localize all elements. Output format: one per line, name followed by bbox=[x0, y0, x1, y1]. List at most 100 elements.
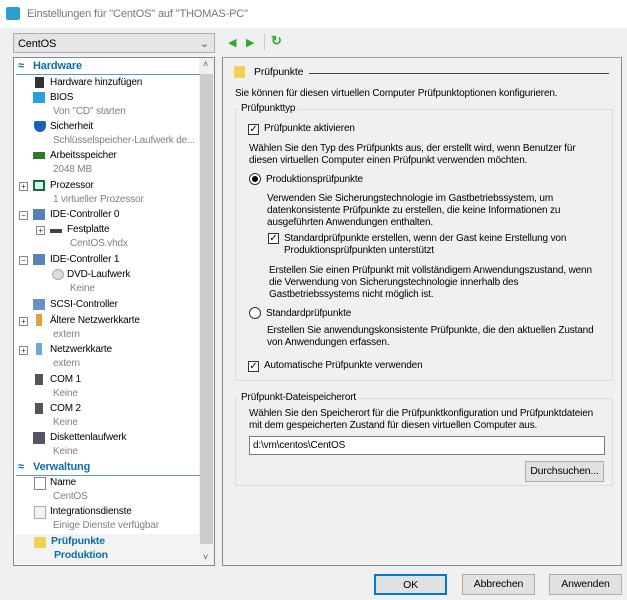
checkpoint-icon bbox=[34, 537, 46, 548]
automatic-checkpoints-label[interactable]: Automatische Prüfpunkte verwenden bbox=[264, 360, 423, 371]
tree-item-sub: Keine bbox=[53, 446, 78, 457]
previous-icon[interactable]: ◀ bbox=[228, 36, 236, 49]
description: diesen virtuellen Computer einen Prüfpun… bbox=[249, 155, 528, 166]
panel-title: Prüfpunkte bbox=[254, 66, 304, 78]
enable-checkpoints-checkbox[interactable]: ✓ bbox=[248, 124, 259, 135]
tree-item-name[interactable]: Name bbox=[50, 477, 76, 488]
tree-item-security[interactable]: Sicherheit bbox=[50, 121, 93, 132]
tree-item-dvd[interactable]: DVD-Laufwerk bbox=[67, 269, 130, 280]
tree-item-sub: Keine bbox=[53, 417, 78, 428]
network-adapter-icon bbox=[36, 314, 42, 326]
controller-icon bbox=[33, 209, 45, 220]
tree-header-hardware[interactable]: Hardware bbox=[33, 60, 82, 72]
checkpoint-icon bbox=[234, 66, 245, 78]
description: Wählen Sie den Typ des Prüfpunkts aus, d… bbox=[249, 143, 576, 154]
name-icon bbox=[34, 477, 46, 490]
tree-item-nic[interactable]: Netzwerkkarte bbox=[50, 344, 112, 355]
divider bbox=[309, 73, 609, 74]
description: Verwenden Sie Sicherungstechnologie im G… bbox=[267, 193, 554, 204]
settings-panel: Prüfpunkte Sie können für diesen virtuel… bbox=[222, 57, 622, 566]
expand-icon[interactable]: + bbox=[19, 317, 28, 326]
description: von Anwendungen erfassen. bbox=[267, 337, 390, 348]
tree-item-integration[interactable]: Integrationsdienste bbox=[50, 506, 132, 517]
tree-item-sub: 2048 MB bbox=[53, 164, 92, 175]
tree-item-com1[interactable]: COM 1 bbox=[50, 374, 81, 385]
fallback-standard-label-2: Produktionsprüfpunkten unterstützt bbox=[284, 245, 434, 256]
tree-item-ide-1[interactable]: IDE-Controller 1 bbox=[50, 254, 119, 265]
bios-icon bbox=[33, 92, 45, 103]
collapse-icon[interactable]: − bbox=[19, 211, 28, 220]
tree-item-bios[interactable]: BIOS bbox=[50, 92, 73, 103]
integration-services-icon bbox=[34, 506, 46, 519]
floppy-icon bbox=[33, 432, 45, 444]
description: Erstellen Sie einen Prüfpunkt mit vollst… bbox=[269, 265, 592, 276]
window-title: Einstellungen für "CentOS" auf "THOMAS-P… bbox=[27, 8, 248, 20]
description: datenkonsistente Prüfpunkte zu erstellen… bbox=[267, 205, 561, 216]
next-icon[interactable]: ▶ bbox=[246, 36, 254, 49]
disk-icon bbox=[50, 229, 62, 233]
settings-icon bbox=[6, 7, 20, 20]
description: Erstellen Sie anwendungskonsistente Prüf… bbox=[267, 325, 594, 336]
collapse-icon[interactable]: − bbox=[19, 256, 28, 265]
tree-item-sub: CentOS bbox=[53, 491, 88, 502]
expand-icon[interactable]: + bbox=[36, 226, 45, 235]
tree-item-com2[interactable]: COM 2 bbox=[50, 403, 81, 414]
add-hardware-icon bbox=[35, 77, 44, 88]
vm-select-value: CentOS bbox=[18, 38, 57, 50]
enable-checkpoints-label[interactable]: Prüfpunkte aktivieren bbox=[264, 123, 355, 134]
tree-item-floppy[interactable]: Diskettenlaufwerk bbox=[50, 432, 127, 443]
controller-icon bbox=[33, 254, 45, 265]
network-adapter-icon bbox=[36, 343, 42, 355]
ok-button[interactable]: OK bbox=[374, 574, 447, 595]
scrollbar-thumb[interactable] bbox=[200, 74, 213, 544]
fallback-standard-checkbox[interactable]: ✓ bbox=[268, 233, 279, 244]
production-checkpoints-radio[interactable] bbox=[249, 173, 261, 185]
tree-item-sub: 1 virtueller Prozessor bbox=[53, 194, 144, 205]
collapse-icon[interactable]: ≈ bbox=[18, 60, 24, 72]
production-checkpoints-label[interactable]: Produktionsprüfpunkte bbox=[266, 174, 363, 185]
standard-checkpoints-label[interactable]: Standardprüfpunkte bbox=[266, 308, 351, 319]
scroll-up-icon[interactable]: ˄ bbox=[203, 59, 208, 69]
title-bar: Einstellungen für "CentOS" auf "THOMAS-P… bbox=[0, 0, 627, 28]
dvd-icon bbox=[52, 269, 64, 280]
com-port-icon bbox=[35, 403, 43, 414]
vm-select[interactable]: CentOS ⌄ bbox=[13, 33, 215, 53]
tree-item-sub: Einige Dienste verfügbar bbox=[53, 520, 159, 531]
expand-icon[interactable]: + bbox=[19, 182, 28, 191]
chevron-down-icon: ⌄ bbox=[199, 38, 209, 50]
tree-item-sub: extern bbox=[53, 329, 80, 340]
automatic-checkpoints-checkbox[interactable]: ✓ bbox=[248, 361, 259, 372]
tree-header-management[interactable]: Verwaltung bbox=[33, 461, 90, 473]
tree-item-processor[interactable]: Prozessor bbox=[50, 180, 94, 191]
group-label: Prüfpunkt-Dateispeicherort bbox=[239, 392, 359, 403]
scrollbar[interactable]: ˄ ˅ bbox=[199, 58, 214, 565]
tree-item-scsi[interactable]: SCSI-Controller bbox=[50, 299, 118, 310]
tree-item-legacy-nic[interactable]: Ältere Netzwerkkarte bbox=[50, 315, 140, 326]
expand-icon[interactable]: + bbox=[19, 346, 28, 355]
tree-item-sub: CentOS.vhdx bbox=[70, 238, 128, 249]
tree-item-sub: Keine bbox=[70, 283, 95, 294]
tree-item-sub: Keine bbox=[53, 388, 78, 399]
scroll-down-icon[interactable]: ˅ bbox=[203, 552, 208, 562]
group-label: Prüfpunkttyp bbox=[239, 103, 298, 114]
browse-button[interactable]: Durchsuchen... bbox=[525, 461, 604, 482]
tree-item-hard-disk[interactable]: Festplatte bbox=[67, 224, 110, 235]
checkpoint-path-input[interactable]: d:\vm\centos\CentOS bbox=[249, 436, 605, 455]
standard-checkpoints-radio[interactable] bbox=[249, 307, 261, 319]
cancel-button[interactable]: Abbrechen bbox=[462, 574, 535, 595]
tree-item-memory[interactable]: Arbeitsspeicher bbox=[50, 150, 117, 161]
tree-item-sub: Von "CD" starten bbox=[53, 106, 126, 117]
memory-icon bbox=[33, 152, 45, 159]
tree-item-add-hardware[interactable]: Hardware hinzufügen bbox=[50, 77, 142, 88]
refresh-icon[interactable]: ↻ bbox=[271, 33, 282, 49]
settings-tree[interactable]: ˄ ˅ ≈ Hardware Hardware hinzufügen BIOS … bbox=[13, 57, 215, 566]
com-port-icon bbox=[35, 374, 43, 385]
apply-button[interactable]: Anwenden bbox=[549, 574, 622, 595]
fallback-standard-label[interactable]: Standardprüfpunkte erstellen, wenn der G… bbox=[284, 233, 566, 244]
divider bbox=[264, 34, 265, 50]
tree-item-sub: Schlüsselspeicher-Laufwerk de... bbox=[53, 135, 195, 146]
processor-icon bbox=[33, 180, 45, 191]
tree-item-ide-0[interactable]: IDE-Controller 0 bbox=[50, 209, 119, 220]
collapse-icon[interactable]: ≈ bbox=[18, 461, 24, 473]
description: Wählen Sie den Speicherort für die Prüfp… bbox=[249, 408, 594, 419]
